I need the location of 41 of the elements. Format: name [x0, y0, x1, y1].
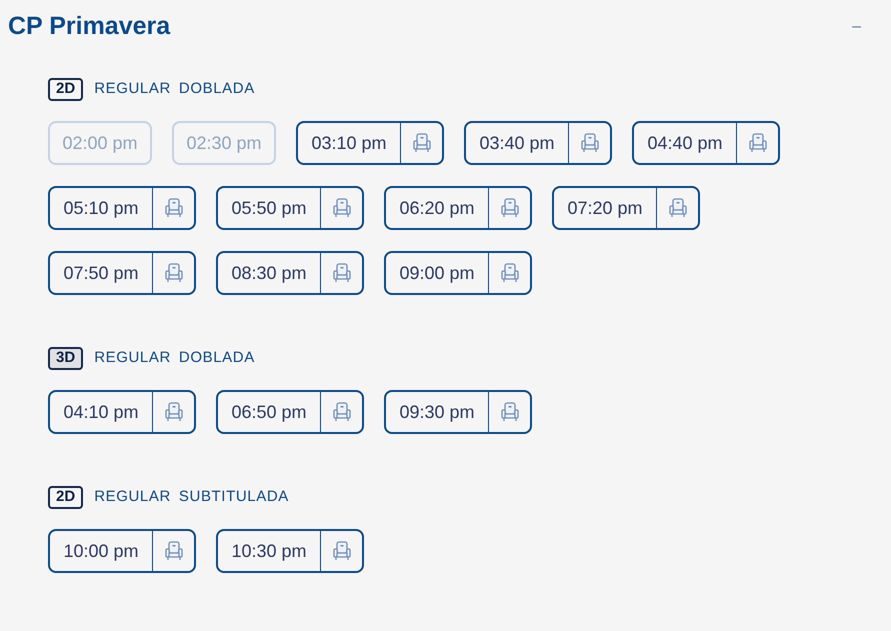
version-label: DOBLADA: [178, 348, 255, 368]
seat-icon: [332, 402, 350, 422]
seat-icon: [164, 402, 182, 422]
seat-icon: [164, 541, 182, 561]
version-label: DOBLADA: [178, 79, 255, 100]
seat-icon: [748, 133, 766, 153]
seat-icon: [332, 198, 350, 218]
showtime-button[interactable]: 04:10 pm: [48, 390, 196, 434]
showtime-button[interactable]: 07:20 pm: [552, 186, 700, 230]
seat-icon: [332, 541, 350, 561]
format-badge: 2D: [48, 78, 84, 101]
seat-icon: [500, 263, 518, 283]
showtime-button[interactable]: 09:00 pm: [384, 251, 532, 295]
version-label: REGULAR: [94, 79, 171, 100]
version-label: REGULAR: [94, 487, 171, 508]
version-label: SUBTITULADA: [178, 487, 289, 508]
collapse-button[interactable]: –: [852, 19, 861, 35]
format-badge: 3D: [48, 347, 84, 370]
seat-icon: [164, 263, 182, 283]
seat-icon: [580, 133, 598, 153]
seat-icon: [412, 133, 430, 153]
showtime-button[interactable]: 05:50 pm: [216, 186, 364, 230]
seat-icon: [164, 198, 182, 218]
version-label: REGULAR: [94, 348, 171, 368]
showtime-button[interactable]: 07:50 pm: [48, 251, 196, 295]
seat-icon: [668, 198, 686, 218]
cinema-title: CP Primavera: [8, 11, 170, 42]
showtime-button[interactable]: 03:10 pm: [296, 121, 444, 165]
seat-icon: [500, 198, 518, 218]
showtime-button[interactable]: 06:50 pm: [216, 390, 364, 434]
seat-icon: [500, 402, 518, 422]
showtime-button[interactable]: 04:40 pm: [632, 121, 780, 165]
format-badge: 2D: [48, 486, 84, 509]
showtime-button[interactable]: 10:00 pm: [48, 529, 196, 573]
seat-icon: [332, 263, 350, 283]
showtime-button[interactable]: 06:20 pm: [384, 186, 532, 230]
showtime-button[interactable]: 03:40 pm: [464, 121, 612, 165]
showtime-button[interactable]: 08:30 pm: [216, 251, 364, 295]
showtime-button[interactable]: 05:10 pm: [48, 186, 196, 230]
showtime-button[interactable]: 10:30 pm: [216, 529, 364, 573]
showtime-button[interactable]: 09:30 pm: [384, 390, 532, 434]
